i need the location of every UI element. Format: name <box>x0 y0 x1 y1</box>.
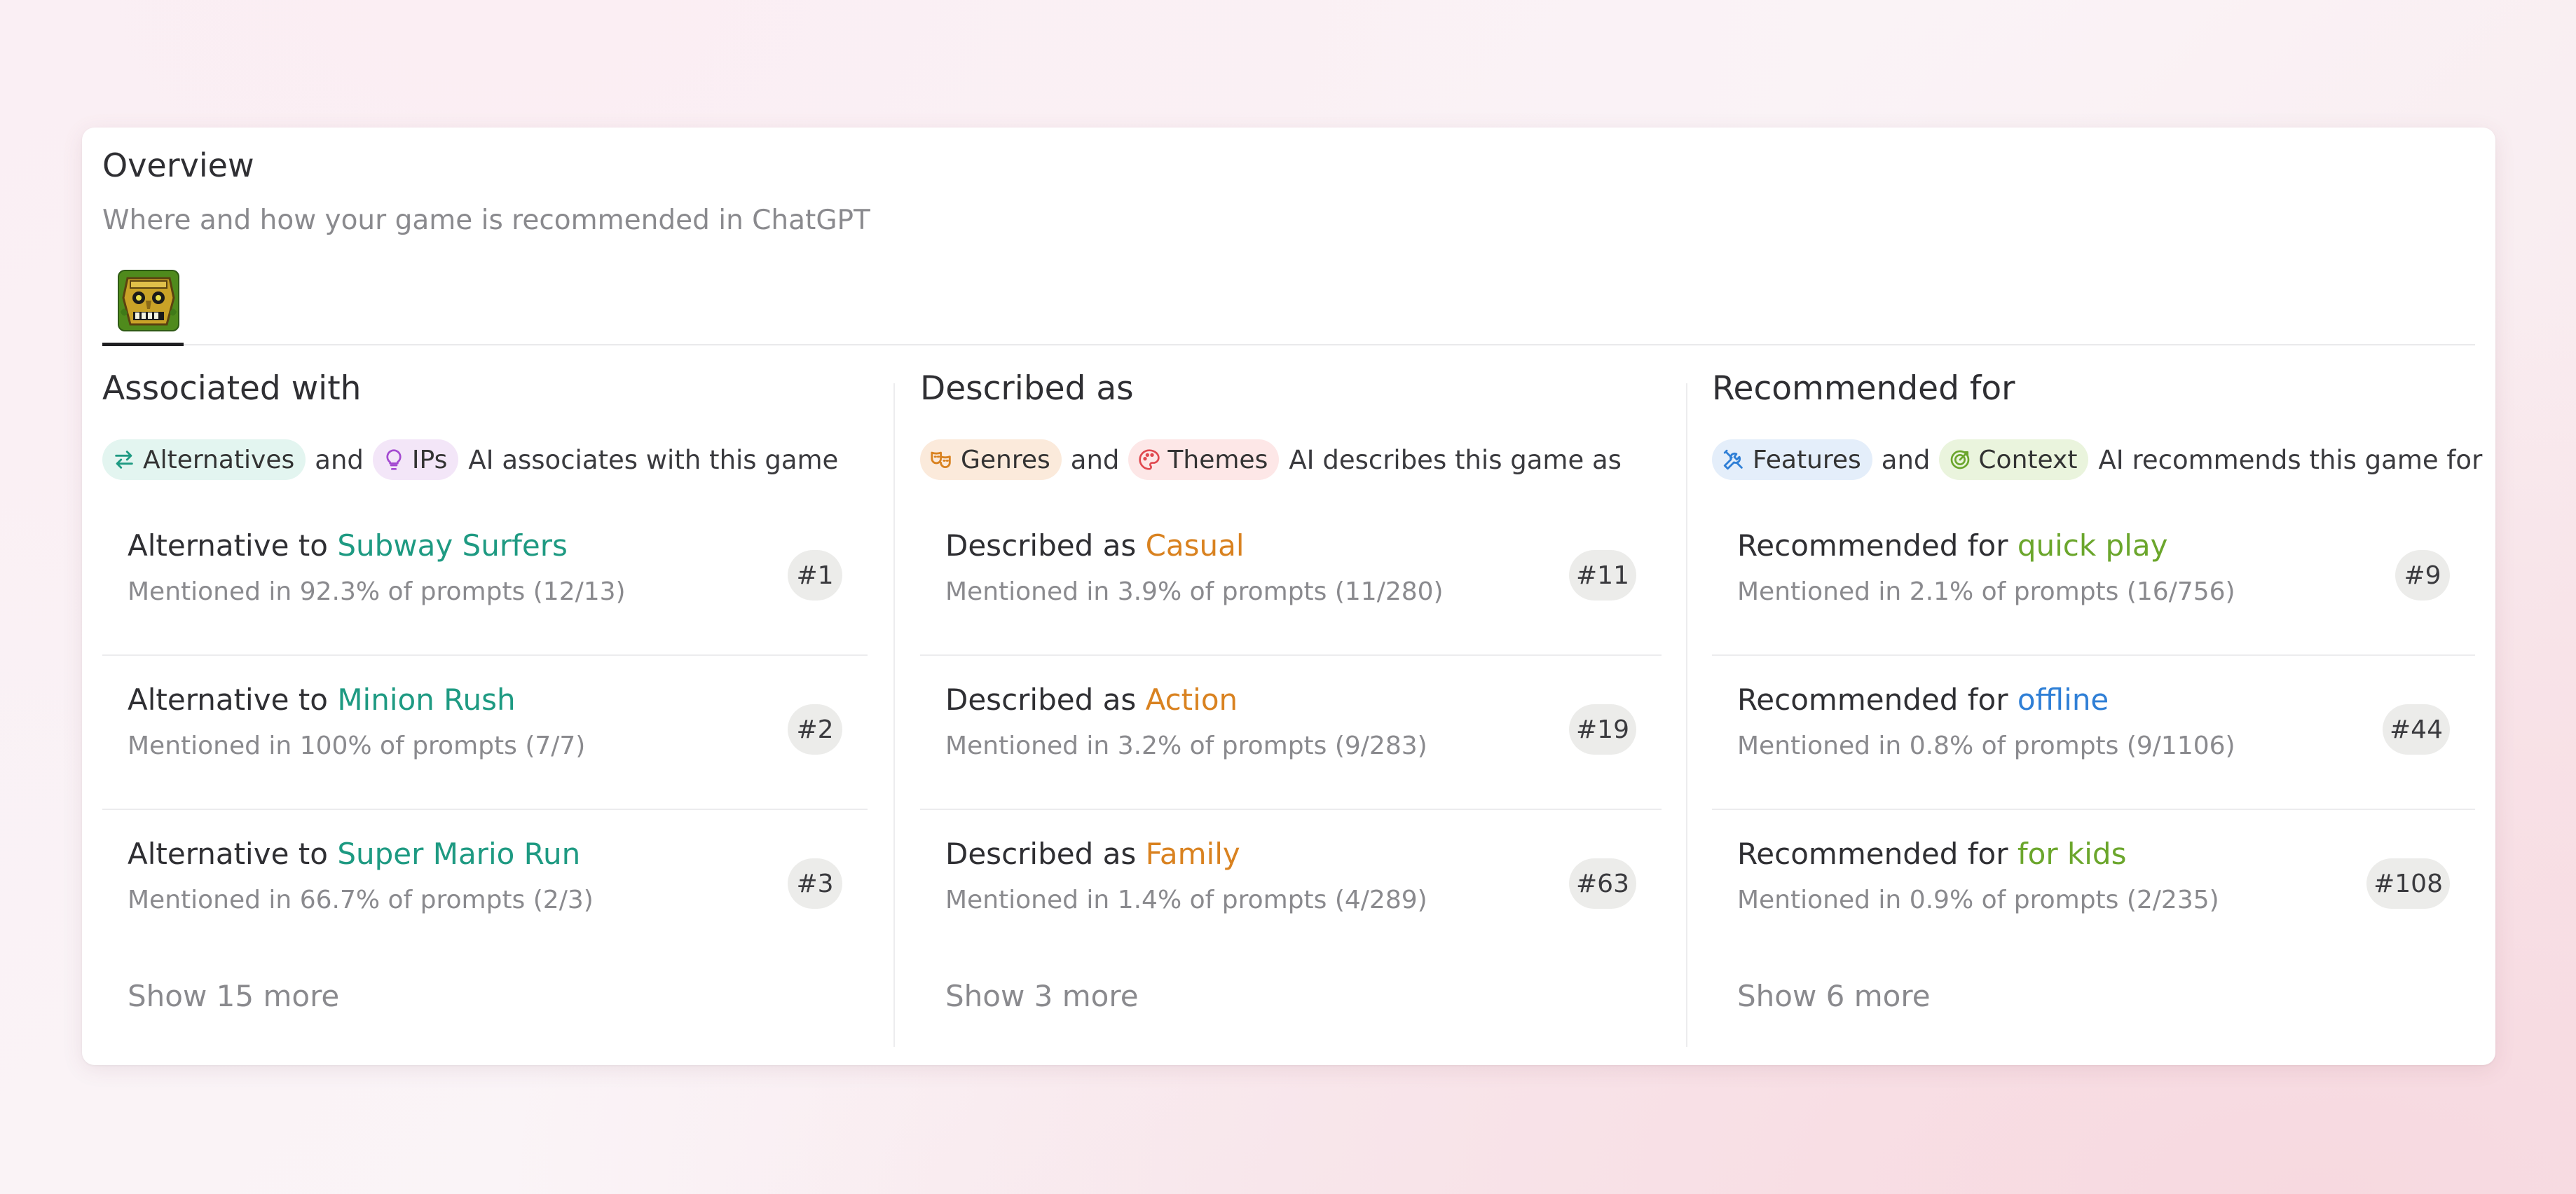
associated-legend: Alternatives and IPs AI associates with … <box>102 439 838 481</box>
recommended-legend: Features and Context AI recommends this … <box>1712 439 2482 481</box>
list-item[interactable]: Recommended for for kids Mentioned in 0.… <box>1712 809 2475 963</box>
described-title: Described as <box>920 369 1134 408</box>
row-prefix: Alternative to <box>128 528 328 563</box>
rank-badge: #19 <box>1569 704 1636 755</box>
and-text: and <box>1881 444 1931 475</box>
ips-chip-label: IPs <box>411 445 448 474</box>
rank-badge: #11 <box>1569 550 1636 601</box>
context-chip-label: Context <box>1978 445 2078 474</box>
column-divider <box>1686 383 1687 1047</box>
rank-badge: #9 <box>2395 550 2450 601</box>
and-text: and <box>315 444 364 475</box>
recommended-column: Recommended for Features and Context AI … <box>1712 369 2482 1035</box>
features-chip-label: Features <box>1753 445 1861 474</box>
alternatives-chip-label: Alternatives <box>143 445 295 474</box>
rank-badge: #1 <box>788 550 842 601</box>
lightbulb-icon <box>386 449 402 470</box>
rank-badge: #63 <box>1569 858 1636 909</box>
mention-stat: Mentioned in 3.9% of prompts (11/280) <box>945 577 1444 606</box>
context-link[interactable]: quick play <box>2017 528 2168 563</box>
show-more-button[interactable]: Show 15 more <box>128 979 339 1013</box>
ips-chip: IPs <box>372 439 459 480</box>
row-prefix: Described as <box>945 837 1137 871</box>
genres-chip: Genres <box>920 439 1062 480</box>
page-title: Overview <box>102 146 254 184</box>
genre-link[interactable]: Casual <box>1146 528 1245 563</box>
features-chip: Features <box>1712 439 1872 480</box>
game-tab-bar <box>102 270 2475 346</box>
overview-card: Overview Where and how your game is reco… <box>82 128 2495 1065</box>
alternative-game-link[interactable]: Super Mario Run <box>337 837 580 871</box>
list-item[interactable]: Described as Casual Mentioned in 3.9% of… <box>920 500 1662 656</box>
list-item[interactable]: Described as Family Mentioned in 1.4% of… <box>920 809 1662 963</box>
rank-badge: #108 <box>2366 858 2450 909</box>
column-divider <box>893 383 895 1047</box>
associated-description: AI associates with this game <box>468 444 839 475</box>
rank-badge: #2 <box>788 704 842 755</box>
show-more-button[interactable]: Show 6 more <box>1737 979 1931 1013</box>
page-subtitle: Where and how your game is recommended i… <box>102 205 870 236</box>
recommended-title: Recommended for <box>1712 369 2015 408</box>
described-description: AI describes this game as <box>1289 444 1622 475</box>
mention-stat: Mentioned in 66.7% of prompts (2/3) <box>128 886 594 914</box>
list-item[interactable]: Alternative to Subway Surfers Mentioned … <box>102 500 868 656</box>
row-prefix: Recommended for <box>1737 837 2008 871</box>
genres-chip-label: Genres <box>961 445 1050 474</box>
described-column: Described as Genres and Themes AI descri… <box>920 369 1662 1035</box>
rank-badge: #3 <box>788 858 842 909</box>
genre-link[interactable]: Family <box>1146 837 1240 871</box>
mention-stat: Mentioned in 0.8% of prompts (9/1106) <box>1737 732 2235 760</box>
themes-chip: Themes <box>1128 439 1280 480</box>
described-legend: Genres and Themes AI describes this game… <box>920 439 1622 481</box>
rank-badge: #44 <box>2383 704 2450 755</box>
recommended-description: AI recommends this game for <box>2098 444 2483 475</box>
associated-title: Associated with <box>102 369 362 408</box>
row-prefix: Recommended for <box>1737 682 2008 717</box>
show-more-button[interactable]: Show 3 more <box>945 979 1139 1013</box>
context-link[interactable]: for kids <box>2017 837 2127 871</box>
alternative-game-link[interactable]: Minion Rush <box>337 682 515 717</box>
genre-link[interactable]: Action <box>1146 682 1238 717</box>
row-prefix: Described as <box>945 528 1137 563</box>
mention-stat: Mentioned in 1.4% of prompts (4/289) <box>945 886 1427 914</box>
and-text: and <box>1070 444 1120 475</box>
row-prefix: Alternative to <box>128 682 328 717</box>
feature-link[interactable]: offline <box>2017 682 2109 717</box>
alternative-game-link[interactable]: Subway Surfers <box>337 528 568 563</box>
mention-stat: Mentioned in 3.2% of prompts (9/283) <box>945 732 1427 760</box>
themes-chip-label: Themes <box>1167 445 1268 474</box>
palette-icon <box>1139 449 1160 470</box>
list-item[interactable]: Recommended for quick play Mentioned in … <box>1712 500 2475 656</box>
list-item[interactable]: Alternative to Super Mario Run Mentioned… <box>102 809 868 963</box>
context-chip: Context <box>1939 439 2089 480</box>
list-item[interactable]: Described as Action Mentioned in 3.2% of… <box>920 654 1662 810</box>
mention-stat: Mentioned in 100% of prompts (7/7) <box>128 732 586 760</box>
row-prefix: Alternative to <box>128 837 328 871</box>
alternatives-chip: Alternatives <box>102 439 306 480</box>
mention-stat: Mentioned in 2.1% of prompts (16/756) <box>1737 577 2235 606</box>
theater-masks-icon <box>931 451 951 469</box>
list-item[interactable]: Alternative to Minion Rush Mentioned in … <box>102 654 868 810</box>
tools-icon <box>1723 449 1743 470</box>
row-prefix: Described as <box>945 682 1137 717</box>
game-tab[interactable] <box>102 270 184 346</box>
row-prefix: Recommended for <box>1737 528 2008 563</box>
mention-stat: Mentioned in 92.3% of prompts (12/13) <box>128 577 626 606</box>
list-item[interactable]: Recommended for offline Mentioned in 0.8… <box>1712 654 2475 810</box>
associated-column: Associated with Alternatives and IPs AI … <box>102 369 868 1035</box>
temple-mask-game-icon <box>118 270 179 331</box>
swap-arrows-icon <box>115 451 133 469</box>
target-icon <box>1951 450 1970 469</box>
mention-stat: Mentioned in 0.9% of prompts (2/235) <box>1737 886 2219 914</box>
